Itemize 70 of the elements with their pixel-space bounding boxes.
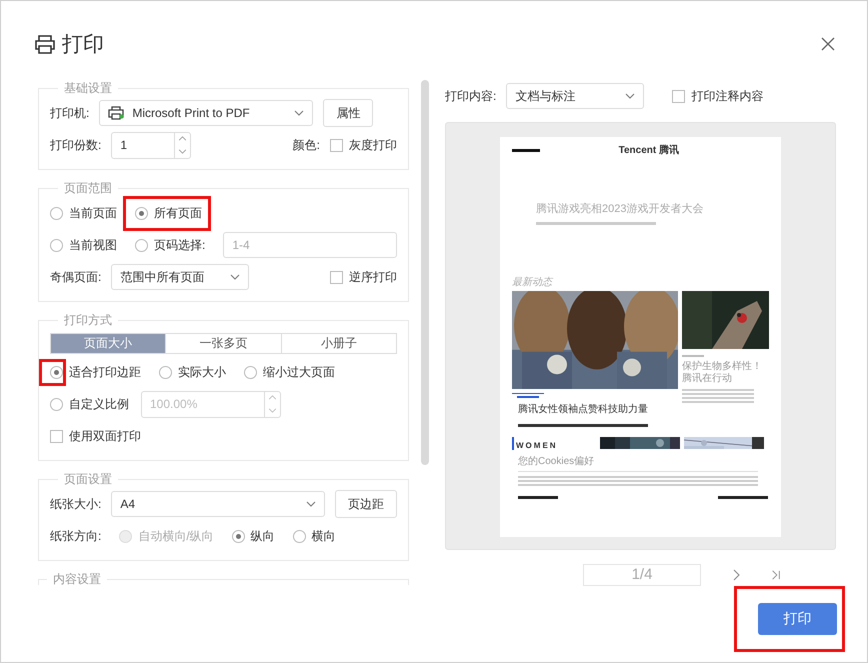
field-label: 打印机: (50, 104, 90, 122)
field-label: 奇偶页面: (50, 268, 102, 286)
radio-button[interactable] (159, 366, 172, 378)
radio-label: 自动横向/纵向 (138, 528, 214, 544)
radio-label: 缩小过大页面 (263, 364, 335, 380)
document-title: 腾讯游戏亮相2023游戏开发者大会 (536, 202, 704, 216)
page-range-field[interactable]: 1-4 (223, 232, 397, 258)
section-legend: 页面设置 (58, 471, 118, 488)
radio-label: 自定义比例 (69, 396, 129, 412)
print-content-dropdown[interactable]: 文档与标注 (506, 83, 644, 109)
printer-icon (34, 34, 56, 54)
printer-icon (108, 106, 124, 120)
text-placeholder-bar (682, 389, 754, 403)
caret-icon (294, 110, 304, 116)
field-label: 打印份数: (50, 136, 102, 154)
printer-dropdown[interactable]: Microsoft Print to PDF (99, 100, 314, 126)
caret-icon (306, 501, 316, 507)
checkbox[interactable] (330, 138, 343, 152)
checkbox-label: 逆序打印 (349, 268, 397, 286)
radio-label: 横向 (312, 528, 336, 544)
paper-size-dropdown[interactable]: A4 (111, 491, 325, 517)
print-button[interactable]: 打印 (758, 603, 837, 635)
scrollbar[interactable] (421, 80, 429, 465)
section-legend: 打印方式 (58, 312, 118, 329)
last-page-icon[interactable] (771, 569, 781, 581)
section-legend: 页面范围 (58, 180, 118, 197)
radio-button[interactable] (135, 206, 148, 220)
radio-button[interactable] (50, 366, 63, 378)
text-placeholder-bar (512, 148, 540, 152)
cookies-heading: 您的Cookies偏好 (518, 454, 758, 472)
field-label: 纸张方向: (50, 528, 102, 544)
radio-button[interactable] (292, 530, 306, 542)
radio-button[interactable] (135, 238, 148, 252)
checkbox-label: 打印注释内容 (691, 88, 764, 104)
radio-button[interactable] (50, 398, 63, 410)
caret-icon (625, 93, 636, 99)
page-header-text: Tencent 腾讯 (618, 144, 679, 157)
properties-button[interactable]: 属性 (323, 99, 374, 127)
radio-label: 纵向 (250, 528, 275, 544)
checkbox-label: 灰度打印 (349, 136, 397, 154)
radio-button[interactable] (50, 238, 63, 252)
checkbox[interactable] (50, 430, 63, 442)
radio-label: 当前视图 (69, 236, 117, 254)
caret-icon (230, 274, 240, 280)
margins-button[interactable]: 页边距 (335, 490, 397, 518)
close-icon[interactable] (821, 37, 835, 51)
checkbox[interactable] (330, 270, 343, 284)
field-label: 纸张大小: (50, 496, 102, 512)
section-legend: 基础设置 (58, 80, 118, 97)
window-title: 打印 (62, 32, 105, 58)
article-headline: 保护生物多样性！腾讯在行动 (682, 361, 763, 384)
article-headline: 腾讯女性领袖点赞科技助力量 (518, 402, 649, 416)
field-label: 颜色: (292, 136, 320, 154)
radio-button[interactable] (244, 366, 257, 378)
radio-label: 当前页面 (69, 204, 117, 222)
radio-label: 页码选择: (154, 236, 206, 254)
checkbox[interactable] (672, 90, 686, 102)
section-heading: 最新动态 (512, 276, 554, 289)
radio-button[interactable] (50, 206, 63, 220)
next-page-icon[interactable] (731, 569, 741, 581)
odd-even-dropdown[interactable]: 范围中所有页面 (111, 264, 250, 290)
checkbox-label: 使用双面打印 (69, 428, 141, 444)
radio-button[interactable] (232, 530, 245, 542)
field-label: 打印内容: (445, 88, 496, 104)
section-legend: 内容设置 (47, 571, 107, 585)
radio-label: 实际大小 (178, 364, 226, 380)
radio-label: 适合打印边距 (69, 364, 141, 380)
banner-text: WOMEN (512, 437, 596, 450)
radio-label: 所有页面 (154, 204, 202, 222)
copies-field[interactable]: 1 (111, 132, 192, 158)
